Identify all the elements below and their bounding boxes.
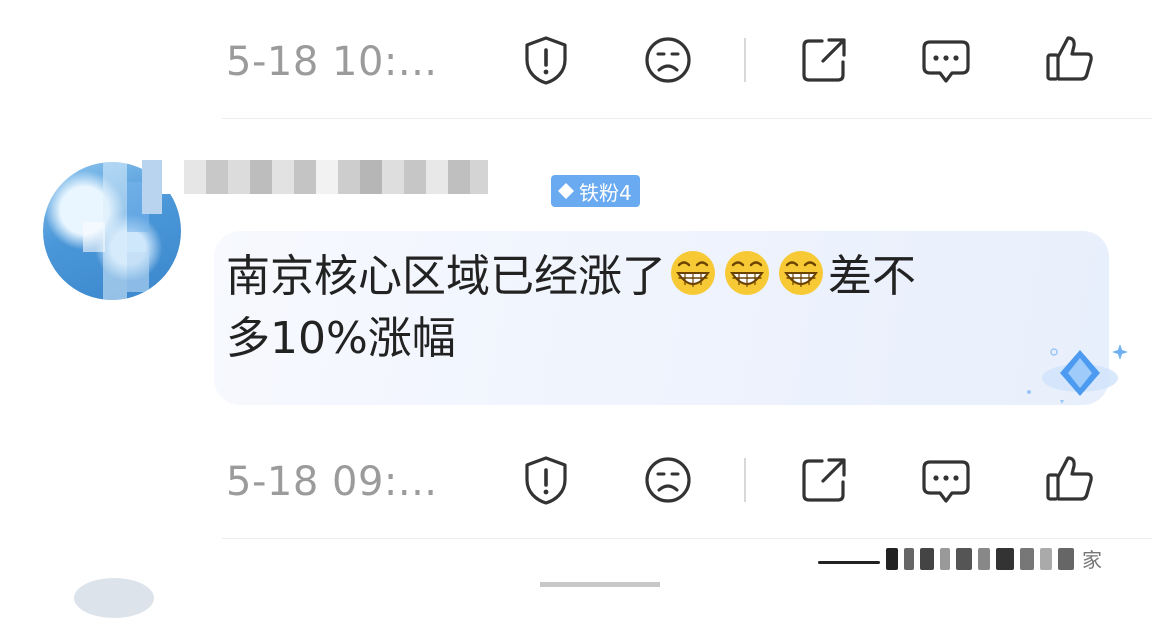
fan-badge: 铁粉4 <box>551 175 640 207</box>
report-icon <box>525 456 567 505</box>
comment-button[interactable] <box>918 452 974 508</box>
dislike-button[interactable] <box>640 452 696 508</box>
frown-icon <box>645 457 691 503</box>
comment-timestamp: 5-18 10:... <box>226 39 438 85</box>
report-icon <box>525 36 567 85</box>
share-button[interactable] <box>796 452 852 508</box>
share-icon <box>802 38 846 82</box>
comment-text-line1: 南京核心区域已经涨了 差不 <box>226 251 916 302</box>
grinning-face-icon <box>671 251 715 295</box>
report-button[interactable] <box>518 32 574 88</box>
username-pixelated[interactable] <box>142 160 488 214</box>
thumbs-up-icon <box>1046 36 1093 81</box>
action-divider <box>744 38 746 82</box>
share-icon <box>802 458 846 502</box>
diamond-icon <box>558 183 574 199</box>
comment-separator <box>222 538 1152 539</box>
next-comment-avatar[interactable] <box>74 578 154 618</box>
comment-timestamp: 5-18 09:... <box>226 459 438 505</box>
next-comment-name-fragment <box>540 582 660 587</box>
comment-icon <box>922 460 970 503</box>
comment-text-line2: 多10%涨幅 <box>226 313 456 364</box>
grinning-face-icon <box>779 251 823 295</box>
watermark: 家 <box>818 544 1102 573</box>
action-divider <box>744 458 746 502</box>
like-button[interactable] <box>1042 450 1098 506</box>
watermark-text: 家 <box>1082 548 1102 572</box>
like-button[interactable] <box>1042 30 1098 86</box>
dislike-button[interactable] <box>640 32 696 88</box>
comment-button[interactable] <box>918 32 974 88</box>
badge-label: 铁粉4 <box>579 180 632 205</box>
report-button[interactable] <box>518 452 574 508</box>
frown-icon <box>645 37 691 83</box>
comment-separator <box>222 118 1152 119</box>
grinning-face-icon <box>725 251 769 295</box>
share-button[interactable] <box>796 32 852 88</box>
comment-text: 南京核心区域已经涨了 差不 多10%涨幅 <box>226 246 1076 370</box>
thumbs-up-icon <box>1046 456 1093 501</box>
comment-icon <box>922 40 970 83</box>
